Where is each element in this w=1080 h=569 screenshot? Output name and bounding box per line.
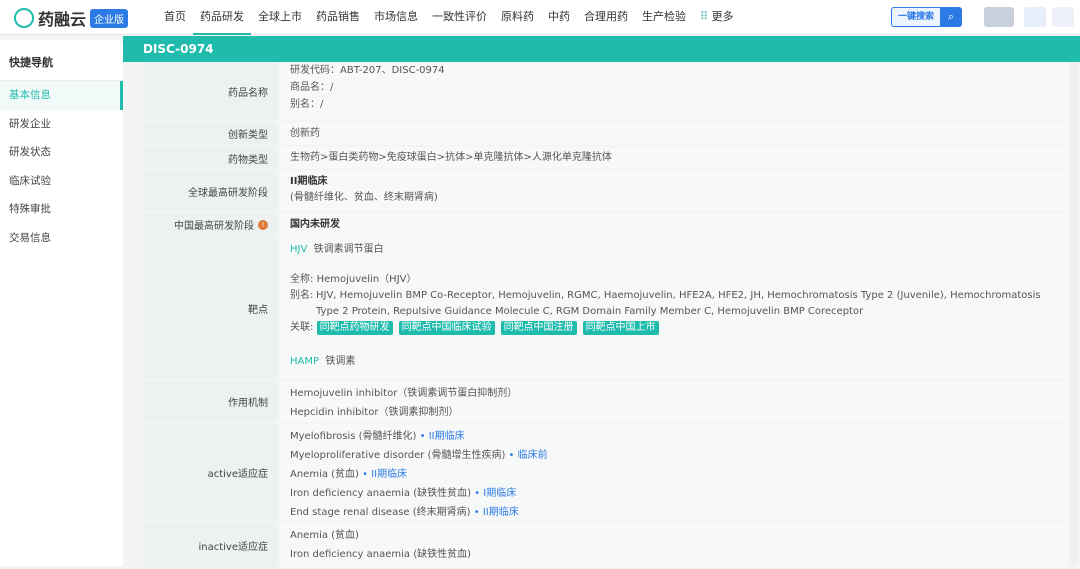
row-label: 靶点: [143, 238, 278, 379]
logo-text: 药融云: [38, 10, 87, 29]
full-name-label: 全称:: [290, 274, 314, 285]
stage-link[interactable]: • II期临床: [420, 431, 465, 442]
sidebar-heading: 快捷导航: [0, 40, 123, 81]
row-inactive-indications: inactive适应症 Anemia (贫血) Iron deficiency …: [143, 523, 1068, 567]
nav-market-info[interactable]: 市场信息: [367, 0, 425, 35]
global-stage-note: (骨髓纤维化、贫血、终末期肾病): [290, 192, 438, 203]
quick-search-button[interactable]: 一键搜索: [891, 7, 941, 27]
tag-same-target-cn-launch[interactable]: 同靶点中国上市: [582, 321, 659, 335]
row-mechanism: 作用机制 Hemojuvelin inhibitor（铁调素调节蛋白抑制剂） H…: [143, 381, 1068, 422]
tag-same-target-cn-registration[interactable]: 同靶点中国注册: [500, 321, 577, 335]
main-nav: 首页 药品研发 全球上市 药品销售 市场信息 一致性评价 原料药 中药 合理用药…: [157, 0, 741, 35]
full-name: Hemojuvelin（HJV）: [316, 274, 417, 285]
nav-global-launch[interactable]: 全球上市: [251, 0, 309, 35]
row-label: 创新类型: [143, 122, 278, 145]
row-label: inactive适应症: [143, 523, 278, 567]
nav-home[interactable]: 首页: [157, 0, 193, 35]
indication-item: Anemia (贫血) • II期临床: [290, 469, 408, 480]
indication-item: End stage renal disease (终末期肾病) • II期临床: [290, 507, 519, 518]
rd-code: 研发代码：ABT-207、DISC-0974: [290, 65, 445, 76]
sidebar-item-company[interactable]: 研发企业: [0, 110, 123, 139]
trade-name: 商品名：/: [290, 82, 334, 93]
target-code-link[interactable]: HAMP: [290, 356, 319, 367]
row-label: 作用机制: [143, 381, 278, 422]
sidebar-item-deals[interactable]: 交易信息: [0, 224, 123, 253]
page-title: DISC-0974: [143, 42, 214, 56]
indication-item: Iron deficiency anaemia (缺铁性贫血) • I期临床: [290, 488, 517, 499]
quick-search[interactable]: 一键搜索 ⌕: [891, 7, 963, 27]
stage-link[interactable]: • II期临床: [362, 469, 407, 480]
edition-badge: 企业版: [90, 8, 129, 28]
global-stage: II期临床: [290, 176, 328, 187]
row-label: 中国最高研发阶段: [174, 221, 254, 232]
row-label: 药品名称: [143, 62, 278, 120]
target-code-link[interactable]: HJV: [290, 244, 307, 255]
target-name: 铁调素: [325, 356, 356, 367]
row-value: 创新药: [280, 122, 1068, 145]
mechanism-item: Hepcidin inhibitor（铁调素抑制剂）: [290, 407, 459, 418]
info-icon[interactable]: !: [258, 219, 268, 230]
row-target: 靶点 HJV 铁调素调节蛋白 全称: Hemojuvelin（HJV） 别名: H…: [143, 238, 1068, 379]
tag-same-target-rd[interactable]: 同靶点药物研发: [316, 321, 393, 335]
stage-link[interactable]: • 临床前: [509, 450, 548, 461]
sidebar: 快捷导航 基本信息 研发企业 研发状态 临床试验 特殊审批 交易信息: [0, 40, 123, 566]
target-name: 铁调素调节蛋白: [313, 244, 384, 255]
row-value: 生物药>蛋白类药物>免疫球蛋白>抗体>单克隆抗体>人源化单克隆抗体: [280, 147, 1068, 169]
indication-item: Myeloproliferative disorder (骨髓增生性疾病) • …: [290, 450, 548, 461]
nav-tcm[interactable]: 中药: [541, 0, 577, 35]
logo[interactable]: 药融云 企业版: [14, 6, 129, 30]
nav-more-label: 更多: [711, 10, 734, 23]
nav-consistency[interactable]: 一致性评价: [425, 0, 494, 35]
scrollbar[interactable]: [1070, 62, 1078, 566]
vip-icon[interactable]: [984, 7, 1014, 27]
stage-link[interactable]: • II期临床: [474, 507, 519, 518]
mechanism-item: Hemojuvelin inhibitor（铁调素调节蛋白抑制剂）: [290, 388, 518, 399]
title-band: DISC-0974: [123, 36, 1080, 62]
sidebar-item-special[interactable]: 特殊审批: [0, 195, 123, 224]
sidebar-item-status[interactable]: 研发状态: [0, 138, 123, 167]
nav-production[interactable]: 生产检验: [635, 0, 693, 35]
nav-api[interactable]: 原料药: [494, 0, 541, 35]
row-label: 药物类型: [143, 147, 278, 169]
related-label: 关联:: [290, 322, 314, 333]
nav-drug-rd[interactable]: 药品研发: [193, 0, 251, 35]
target-alias: HJV, Hemojuvelin BMP Co-Receptor, Hemoju…: [316, 290, 1041, 317]
notification-icon[interactable]: [1024, 7, 1046, 27]
row-global-stage: 全球最高研发阶段 II期临床 (骨髓纤维化、贫血、终末期肾病): [143, 171, 1068, 211]
nav-more[interactable]: ⠿ 更多: [693, 0, 741, 35]
row-innovation: 创新类型 创新药: [143, 122, 1068, 145]
stage-link[interactable]: • I期临床: [474, 488, 516, 499]
sidebar-item-basic-info[interactable]: 基本信息: [0, 81, 123, 110]
indication-item: Anemia (贫血): [290, 530, 359, 541]
sidebar-item-trials[interactable]: 临床试验: [0, 167, 123, 196]
info-table: 药品名称 研发代码：ABT-207、DISC-0974 商品名：/ 别名：/ 创…: [143, 62, 1068, 569]
nav-rational-use[interactable]: 合理用药: [577, 0, 635, 35]
row-drug-type: 药物类型 生物药>蛋白类药物>免疫球蛋白>抗体>单克隆抗体>人源化单克隆抗体: [143, 147, 1068, 169]
grid-icon: ⠿: [700, 10, 709, 23]
row-label: 全球最高研发阶段: [143, 171, 278, 211]
search-icon[interactable]: ⌕: [940, 7, 963, 27]
alias-label: 别名:: [290, 290, 314, 301]
indication-item: Iron deficiency anaemia (缺铁性贫血): [290, 549, 472, 560]
alias: 别名：/: [290, 99, 324, 110]
tag-same-target-cn-trials[interactable]: 同靶点中国临床试验: [398, 321, 495, 335]
avatar[interactable]: [1052, 7, 1074, 27]
top-bar: 药融云 企业版 首页 药品研发 全球上市 药品销售 市场信息 一致性评价 原料药…: [0, 0, 1080, 35]
nav-drug-sales[interactable]: 药品销售: [309, 0, 367, 35]
logo-icon: [14, 8, 34, 28]
row-china-stage: 中国最高研发阶段! 国内未研发: [143, 213, 1068, 236]
china-stage: 国内未研发: [280, 213, 1068, 236]
row-drug-name: 药品名称 研发代码：ABT-207、DISC-0974 商品名：/ 别名：/: [143, 62, 1068, 120]
indication-item: Myelofibrosis (骨髓纤维化) • II期临床: [290, 431, 465, 442]
row-active-indications: active适应症 Myelofibrosis (骨髓纤维化) • II期临床 …: [143, 424, 1068, 521]
row-label: active适应症: [143, 424, 278, 521]
